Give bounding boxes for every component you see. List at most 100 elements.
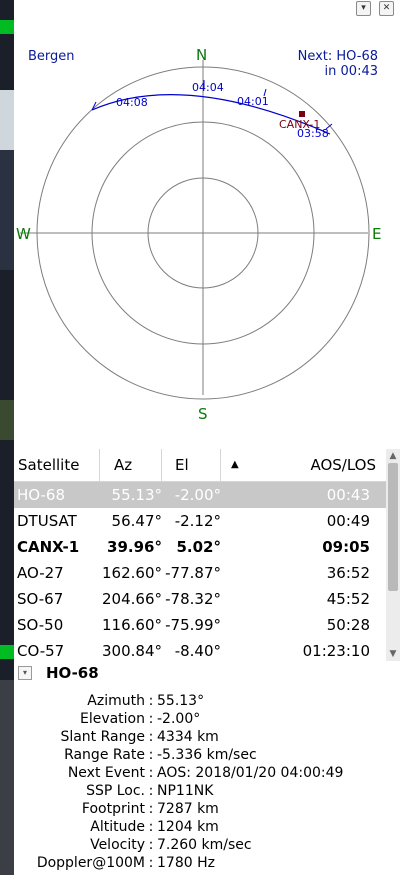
detail-row: Doppler@100M: 1780 Hz (14, 855, 400, 871)
collapse-toggle-icon[interactable]: ▾ (18, 666, 32, 680)
cell-az: 300.84° (102, 642, 162, 660)
detail-row: Azimuth: 55.13° (14, 693, 400, 709)
column-header-aos-los-label: AOS/LOS (310, 456, 376, 474)
cell-az: 56.47° (111, 512, 162, 530)
track-time-label: 04:08 (116, 96, 148, 109)
cell-aos: 36:52 (326, 564, 370, 582)
detail-label: Footprint (81, 801, 145, 817)
cell-az: 204.66° (102, 590, 162, 608)
east-label: E (372, 225, 381, 243)
cell-el: -77.87° (165, 564, 221, 582)
map-fragment (0, 90, 14, 150)
cell-el: -78.32° (165, 590, 221, 608)
detail-value: NP11NK (157, 783, 214, 799)
next-event-countdown: in 00:43 (324, 64, 378, 79)
cell-satellite: HO-68 (17, 486, 66, 504)
cell-aos: 50:28 (326, 616, 370, 634)
detail-value: 1204 km (157, 819, 219, 835)
detail-row: SSP Loc.: NP11NK (14, 783, 400, 799)
detail-label: Doppler@100M (36, 855, 145, 871)
cell-az: 116.60° (102, 616, 162, 634)
detail-label: Elevation (79, 711, 145, 727)
detail-label: Velocity (90, 837, 145, 853)
satellite-details-panel: ▾ HO-68 Azimuth: 55.13° Elevation: -2.00… (14, 660, 400, 875)
cell-aos: 00:43 (326, 486, 370, 504)
detail-value: -5.336 km/sec (157, 747, 257, 763)
detail-label: Altitude (90, 819, 145, 835)
cell-aos: 00:49 (326, 512, 370, 530)
map-fragment (0, 400, 14, 440)
detail-label: Azimuth (87, 693, 145, 709)
table-row[interactable]: CANX-1 39.96° 5.02° 09:05 (14, 534, 386, 560)
next-event-satellite: Next: HO-68 (297, 49, 378, 64)
cell-aos: 09:05 (322, 538, 370, 556)
cell-el: -75.99° (165, 616, 221, 634)
detail-value: 4334 km (157, 729, 219, 745)
cell-az: 55.13° (111, 486, 162, 504)
table-row[interactable]: AO-27 162.60° -77.87° 36:52 (14, 560, 386, 586)
detail-row: Velocity: 7.260 km/sec (14, 837, 400, 853)
detail-row: Footprint: 7287 km (14, 801, 400, 817)
details-satellite-name: HO-68 (46, 664, 99, 682)
north-label: N (196, 46, 207, 64)
detail-row: Altitude: 1204 km (14, 819, 400, 835)
cell-satellite: CO-57 (17, 642, 65, 660)
track-time-label: 04:01 (237, 95, 269, 108)
south-label: S (198, 405, 208, 423)
cell-az: 162.60° (102, 564, 162, 582)
cell-el: -8.40° (174, 642, 221, 660)
cell-satellite: DTUSAT (17, 512, 77, 530)
table-scrollbar[interactable]: ▲ ▼ (386, 449, 400, 661)
west-label: W (16, 225, 31, 243)
satellite-marker[interactable] (299, 111, 305, 117)
detail-value: 7287 km (157, 801, 219, 817)
cell-el: -2.12° (174, 512, 221, 530)
table-row[interactable]: SO-67 204.66° -78.32° 45:52 (14, 586, 386, 612)
scroll-down-icon[interactable]: ▼ (386, 649, 400, 659)
satellite-marker-label: CANX-1 (279, 118, 320, 131)
cell-satellite: CANX-1 (17, 538, 80, 556)
detail-row: Elevation: -2.00° (14, 711, 400, 727)
map-fragment (0, 680, 14, 875)
detail-label: Next Event (67, 765, 145, 781)
details-header: ▾ HO-68 (18, 664, 99, 682)
detail-value: 7.260 km/sec (157, 837, 252, 853)
column-header-aos-los[interactable]: ▲ AOS/LOS (221, 449, 386, 481)
table-header: Satellite Az El ▲ AOS/LOS (14, 449, 386, 482)
cell-satellite: SO-50 (17, 616, 64, 634)
detail-label: SSP Loc. (86, 783, 145, 799)
track-time-label: 04:04 (192, 81, 224, 94)
column-header-el[interactable]: El (162, 449, 221, 481)
column-header-satellite[interactable]: Satellite (14, 449, 100, 481)
cell-satellite: AO-27 (17, 564, 64, 582)
cell-el: 5.02° (176, 538, 221, 556)
detail-value: 1780 Hz (157, 855, 215, 871)
detail-row: Next Event: AOS: 2018/01/20 04:00:49 (14, 765, 400, 781)
map-fragment (0, 20, 14, 34)
cell-aos: 45:52 (326, 590, 370, 608)
detail-row: Slant Range: 4334 km (14, 729, 400, 745)
map-fragment (0, 150, 14, 270)
detail-label: Range Rate (64, 747, 145, 763)
satellite-module-panel: ▾ ✕ 04:08 04:04 04:01 03:58 CANX-1 N S E… (14, 0, 400, 875)
detail-value: 55.13° (157, 693, 205, 709)
detail-label: Slant Range (60, 729, 145, 745)
cell-el: -2.00° (174, 486, 221, 504)
table-row[interactable]: DTUSAT 56.47° -2.12° 00:49 (14, 508, 386, 534)
cell-satellite: SO-67 (17, 590, 64, 608)
scrollbar-thumb[interactable] (388, 463, 398, 591)
cell-az: 39.96° (107, 538, 162, 556)
detail-value: AOS: 2018/01/20 04:00:49 (157, 765, 344, 781)
sort-ascending-icon: ▲ (231, 459, 239, 470)
background-map-strip (0, 0, 14, 875)
qth-name: Bergen (28, 49, 75, 64)
scroll-up-icon[interactable]: ▲ (386, 451, 400, 461)
column-header-az[interactable]: Az (100, 449, 162, 481)
detail-value: -2.00° (157, 711, 201, 727)
table-row[interactable]: HO-68 55.13° -2.00° 00:43 (14, 482, 386, 508)
map-fragment (0, 645, 14, 659)
detail-row: Range Rate: -5.336 km/sec (14, 747, 400, 763)
satellite-list-table: Satellite Az El ▲ AOS/LOS HO-68 55.13° -… (14, 449, 386, 664)
cell-aos: 01:23:10 (302, 642, 370, 660)
table-row[interactable]: SO-50 116.60° -75.99° 50:28 (14, 612, 386, 638)
